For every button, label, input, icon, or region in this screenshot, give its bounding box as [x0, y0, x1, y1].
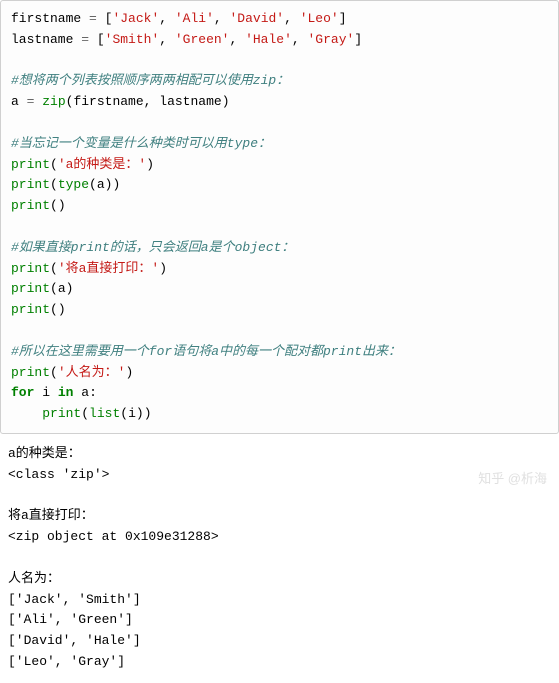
space	[50, 385, 58, 400]
var-i: i	[42, 385, 50, 400]
output-header-3: 人名为：	[8, 571, 60, 586]
comment-for: #所以在这里需要用一个for语句将a中的每一个配对都print出来：	[11, 344, 401, 359]
fn-print: print	[11, 261, 50, 276]
paren: (	[50, 157, 58, 172]
line-12: print()	[11, 302, 66, 317]
fn-list: list	[89, 406, 120, 421]
fn-type: type	[58, 177, 89, 192]
str: 'Jack'	[112, 11, 159, 26]
var-a: a	[11, 94, 19, 109]
fn-print: print	[11, 302, 50, 317]
str: '人名为：'	[58, 365, 126, 380]
comma: ,	[159, 11, 175, 26]
arg: lastname	[159, 94, 221, 109]
arg: i	[128, 406, 136, 421]
indent	[11, 406, 42, 421]
str: 'Green'	[175, 32, 230, 47]
line-4: a = zip(firstname, lastname)	[11, 94, 230, 109]
line-8: print()	[11, 198, 66, 213]
kw-in: in	[58, 385, 74, 400]
op-eq: =	[19, 94, 42, 109]
bracket: ]	[339, 11, 347, 26]
paren: )	[144, 406, 152, 421]
comma: ,	[284, 11, 300, 26]
paren: )	[136, 406, 144, 421]
line-14: print('人名为：')	[11, 365, 133, 380]
bracket: ]	[354, 32, 362, 47]
op-eq: =	[81, 11, 104, 26]
output-row-4: ['Leo', 'Gray']	[8, 654, 125, 669]
paren: )	[159, 261, 167, 276]
paren: )	[125, 365, 133, 380]
output-block: a的种类是： <class 'zip'> 将a直接打印： <zip object…	[0, 442, 559, 683]
str: 'Smith'	[105, 32, 160, 47]
line-1: firstname = ['Jack', 'Ali', 'David', 'Le…	[11, 11, 347, 26]
var-lastname: lastname	[11, 32, 73, 47]
kw-for: for	[11, 385, 34, 400]
comma: ,	[229, 32, 245, 47]
fn-print: print	[11, 198, 50, 213]
comment-obj: #如果直接print的话，只会返回a是个object：	[11, 240, 294, 255]
var-firstname: firstname	[11, 11, 81, 26]
output-header-1: a的种类是：	[8, 446, 81, 461]
line-6: print('a的种类是：')	[11, 157, 154, 172]
fn-print: print	[11, 157, 50, 172]
output-row-3: ['David', 'Hale']	[8, 633, 141, 648]
comma: ,	[292, 32, 308, 47]
paren: (	[89, 177, 97, 192]
comment-zip: #想将两个列表按照顺序两两相配可以使用zip：	[11, 73, 289, 88]
str: 'Hale'	[245, 32, 292, 47]
paren: )	[66, 281, 74, 296]
str: '将a直接打印：'	[58, 261, 159, 276]
paren: (	[50, 302, 58, 317]
str: 'a的种类是：'	[58, 157, 146, 172]
comma: ,	[159, 32, 175, 47]
line-7: print(type(a))	[11, 177, 120, 192]
line-2: lastname = ['Smith', 'Green', 'Hale', 'G…	[11, 32, 362, 47]
output-header-2: 将a直接打印：	[8, 508, 94, 523]
arg: firstname	[73, 94, 143, 109]
str: 'Leo'	[300, 11, 339, 26]
output-line-obj: <zip object at 0x109e31288>	[8, 529, 219, 544]
arg: a	[97, 177, 105, 192]
op-eq: =	[73, 32, 96, 47]
paren: )	[58, 302, 66, 317]
iter: a	[81, 385, 89, 400]
output-row-1: ['Jack', 'Smith']	[8, 592, 141, 607]
comma: ,	[214, 11, 230, 26]
paren: (	[50, 281, 58, 296]
fn-print: print	[11, 177, 50, 192]
str: 'Ali'	[175, 11, 214, 26]
paren: (	[120, 406, 128, 421]
fn-print: print	[11, 365, 50, 380]
colon: :	[89, 385, 97, 400]
line-15: for i in a:	[11, 385, 97, 400]
paren: (	[50, 198, 58, 213]
str: 'David'	[229, 11, 284, 26]
output-line-class: <class 'zip'>	[8, 467, 109, 482]
paren: (	[50, 261, 58, 276]
paren: )	[146, 157, 154, 172]
arg: a	[58, 281, 66, 296]
line-16: print(list(i))	[11, 406, 152, 421]
paren: (	[81, 406, 89, 421]
paren: )	[112, 177, 120, 192]
fn-zip: zip	[42, 94, 65, 109]
output-row-2: ['Ali', 'Green']	[8, 612, 133, 627]
paren: (	[50, 365, 58, 380]
paren: )	[58, 198, 66, 213]
comment-type: #当忘记一个变量是什么种类时可以用type：	[11, 136, 271, 151]
paren: )	[222, 94, 230, 109]
line-10: print('将a直接打印：')	[11, 261, 167, 276]
comma: ,	[144, 94, 160, 109]
fn-print: print	[42, 406, 81, 421]
code-block: firstname = [ 'Jack', 'Ali', 'David', 'Le…	[0, 0, 559, 434]
fn-print: print	[11, 281, 50, 296]
line-11: print(a)	[11, 281, 73, 296]
paren: (	[50, 177, 58, 192]
bracket: [	[97, 32, 105, 47]
str: 'Gray'	[308, 32, 355, 47]
